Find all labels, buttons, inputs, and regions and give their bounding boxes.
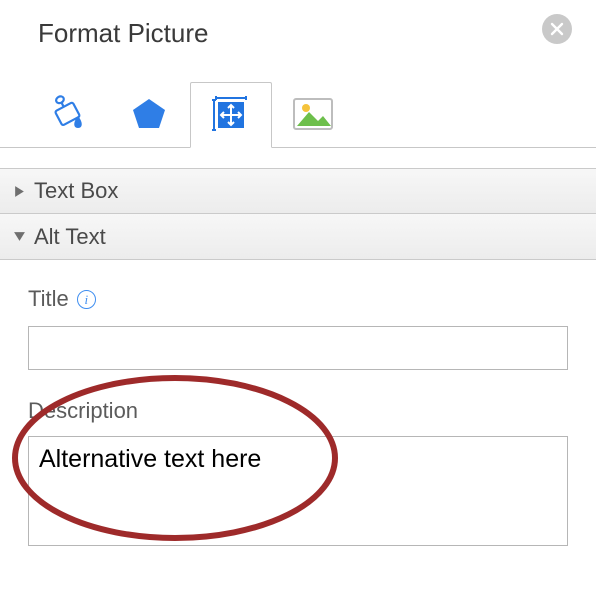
title-input[interactable] [28,326,568,370]
picture-icon [291,96,335,132]
pentagon-icon [129,94,169,134]
alt-text-form: Title i Description [0,260,596,551]
info-icon[interactable]: i [77,290,96,309]
size-properties-icon [209,93,253,137]
description-label: Description [28,398,138,424]
section-label-text-box: Text Box [34,178,118,204]
title-label-row: Title i [28,286,568,312]
tab-picture[interactable] [272,81,354,147]
tab-strip [0,62,596,148]
title-label: Title [28,286,69,312]
format-picture-panel: Format Picture [0,0,596,596]
tab-fill-line[interactable] [26,81,108,147]
chevron-down-icon [10,230,28,243]
paint-bucket-icon [45,92,89,136]
section-text-box[interactable]: Text Box [0,168,596,214]
section-label-alt-text: Alt Text [34,224,106,250]
close-button[interactable] [542,14,572,44]
section-alt-text[interactable]: Alt Text [0,214,596,260]
spacer [0,148,596,168]
close-icon [550,22,564,36]
panel-title: Format Picture [38,18,209,49]
tab-size-properties[interactable] [190,82,272,148]
chevron-right-icon [10,185,28,198]
description-input[interactable] [28,436,568,546]
panel-header: Format Picture [0,0,596,62]
tab-effects[interactable] [108,81,190,147]
description-label-row: Description [28,398,568,424]
